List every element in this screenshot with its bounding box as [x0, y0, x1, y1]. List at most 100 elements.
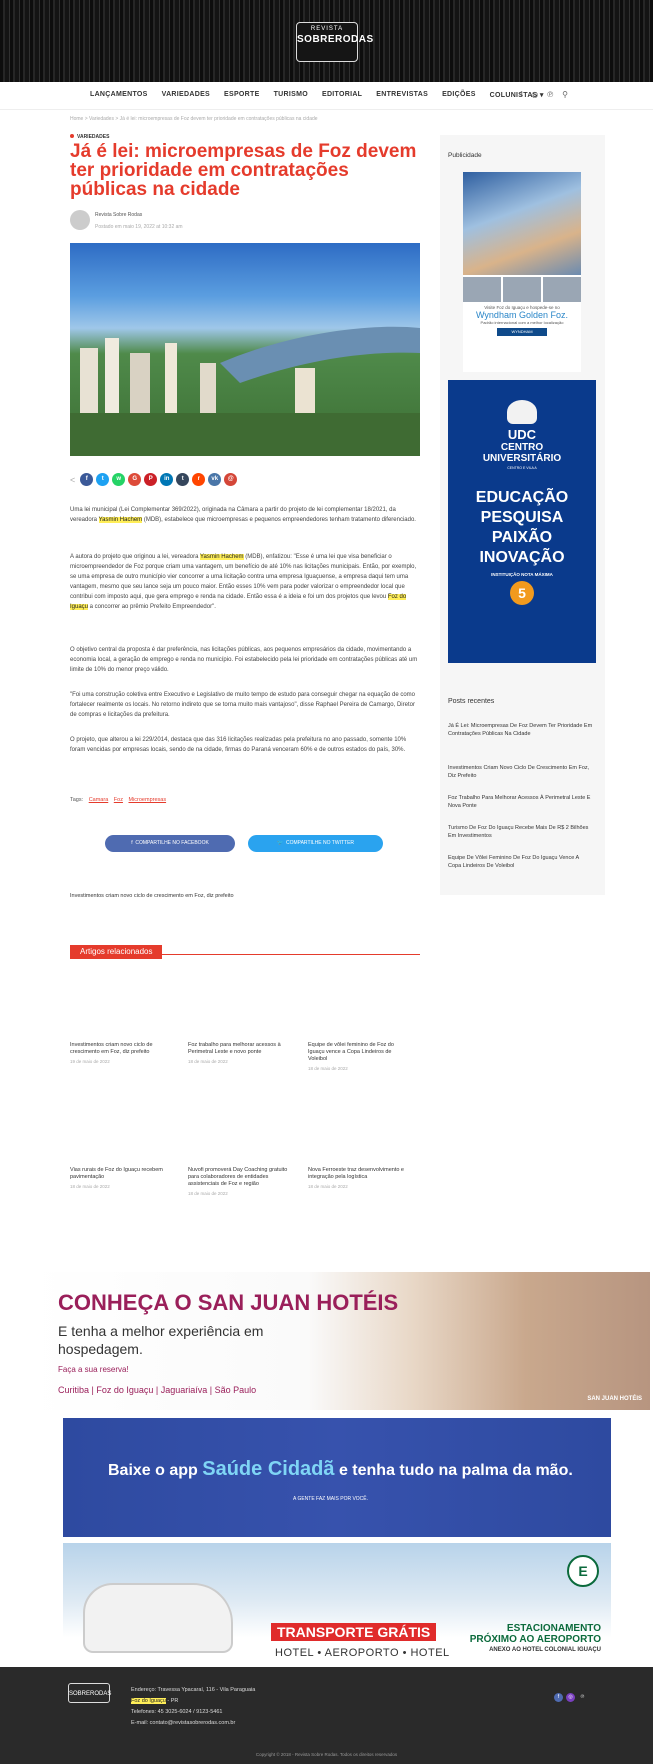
facebook-icon[interactable]: f: [520, 90, 522, 99]
ad-photo: [463, 172, 581, 275]
share-email-icon[interactable]: @: [224, 473, 238, 486]
nav-entrevistas[interactable]: ENTREVISTAS: [376, 91, 428, 99]
udc-word: PESQUISA: [480, 509, 564, 526]
related-date: 18 de maio de 2022: [308, 1066, 348, 1071]
footer-email[interactable]: E-mail: contato@revistasobrerodas.com.br: [131, 1718, 255, 1729]
logo-big: SOBRERODAS: [297, 34, 374, 45]
related-date: 18 de maio de 2022: [188, 1191, 228, 1196]
share-google-icon[interactable]: G: [128, 473, 142, 486]
recent-post-link[interactable]: Equipe De Vôlei Feminino De Foz Do Iguaç…: [448, 854, 593, 870]
san-juan-logo: SAN JUAN HOTÉIS: [587, 1396, 642, 1402]
recent-post-link[interactable]: Já É Lei: Microempresas De Foz Devem Ter…: [448, 722, 593, 738]
recent-post-link[interactable]: Investimentos Criam Novo Ciclo De Cresci…: [448, 764, 593, 780]
share-twitter-button[interactable]: 🐦 COMPARTILHE NO TWITTER: [248, 835, 383, 852]
related-item[interactable]: Nova Ferroeste traz desenvolvimento e in…: [308, 1167, 408, 1190]
share-tumblr-icon[interactable]: t: [176, 473, 190, 486]
site-logo[interactable]: REVISTA SOBRERODAS: [296, 22, 374, 62]
nav-edicoes[interactable]: EDIÇÕES: [442, 91, 476, 99]
nav-social-icons: f ◎ ℗ ⚲: [520, 90, 568, 99]
nav-turismo[interactable]: TURISMO: [274, 91, 308, 99]
banner-heading: CONHEÇA O SAN JUAN HOTÉIS: [58, 1290, 399, 1315]
udc-inst: INSTITUIÇÃO NOTA MÁXIMA: [491, 572, 553, 577]
nav-lancamentos[interactable]: LANÇAMENTOS: [90, 91, 148, 99]
related-date: 18 de maio de 2022: [70, 1184, 110, 1189]
related-title[interactable]: Equipe de vôlei feminino de Foz do Iguaç…: [308, 1042, 408, 1063]
footer-logo[interactable]: SOBRERODAS: [68, 1683, 111, 1703]
udc-line: UNIVERSITÁRIO: [482, 453, 562, 464]
breadcrumb[interactable]: Home > Variedades > Já é lei: microempre…: [70, 116, 420, 122]
related-item[interactable]: Vias rurais de Foz do Iguaçu recebem pav…: [70, 1167, 170, 1190]
related-date: 18 de maio de 2022: [188, 1059, 228, 1064]
nav-editorial[interactable]: EDITORIAL: [322, 91, 362, 99]
banner-cities: Curitiba | Foz do Iguaçu | Jaguariaíva |…: [58, 1385, 257, 1395]
recent-posts-title: Posts recentes: [448, 698, 495, 705]
highlight[interactable]: Yasmin Hachem: [199, 554, 244, 560]
related-title[interactable]: Vias rurais de Foz do Iguaçu recebem pav…: [70, 1167, 170, 1181]
share-facebook-button[interactable]: f COMPARTILHE NO FACEBOOK: [105, 835, 235, 852]
tag-link[interactable]: Camara: [89, 797, 109, 803]
related-title[interactable]: Nuvofi promoverá Day Coaching gratuito p…: [188, 1167, 288, 1188]
udc-word: EDUCAÇÃO: [475, 489, 569, 506]
footer-address: Endereço: Travessa Ypacaraí, 116 - Vila …: [131, 1687, 256, 1693]
related-item[interactable]: Equipe de vôlei feminino de Foz do Iguaç…: [308, 1042, 408, 1072]
share-reddit-icon[interactable]: r: [192, 473, 206, 486]
banner-subtitle: E tenha a melhor experiência em hospedag…: [58, 1323, 264, 1357]
article-title: Já é lei: microempresas de Foz devem ter…: [70, 141, 417, 200]
share-twitter-icon[interactable]: t: [96, 473, 110, 486]
article-paragraph: O projeto, que alterou a lei 229/2014, d…: [70, 737, 407, 753]
author-avatar: [70, 210, 90, 230]
highlight[interactable]: Yasmin Hachem: [98, 517, 143, 523]
share-vk-icon[interactable]: vk: [208, 473, 222, 486]
share-facebook-icon[interactable]: f: [80, 473, 94, 486]
udc-word: INOVAÇÃO: [479, 549, 565, 566]
related-title[interactable]: Investimentos criam novo ciclo de cresci…: [70, 1042, 170, 1056]
tag-link[interactable]: Microempresas: [128, 797, 166, 803]
category-label[interactable]: VARIEDADES: [70, 134, 109, 140]
related-item[interactable]: Investimentos criam novo ciclo de cresci…: [70, 1042, 170, 1065]
transport-label: TRANSPORTE GRÁTIS: [271, 1623, 437, 1641]
footer-city[interactable]: Foz do Iguaçu: [131, 1698, 166, 1704]
car-image: [83, 1583, 233, 1653]
colonial-logo: E: [567, 1555, 599, 1587]
search-icon[interactable]: ⚲: [562, 90, 568, 99]
banner-cta: Faça a sua reserva!: [58, 1365, 129, 1374]
related-heading: Artigos relacionados: [70, 941, 420, 959]
banner-slogan: A GENTE FAZ MAIS POR VOCÊ.: [293, 1496, 369, 1502]
share-pinterest-icon[interactable]: P: [144, 473, 158, 486]
instagram-icon[interactable]: ◎: [566, 1693, 575, 1702]
ad-text: Padrão internacional com a melhor locali…: [480, 320, 564, 325]
author-name[interactable]: Revista Sobre Rodas: [95, 212, 142, 218]
saude-cidada-banner[interactable]: Baixe o app Saúde Cidadã e tenha tudo na…: [63, 1418, 611, 1537]
share-linkedin-icon[interactable]: in: [160, 473, 174, 486]
instagram-icon[interactable]: ◎: [531, 90, 538, 99]
related-title[interactable]: Nova Ferroeste traz desenvolvimento e in…: [308, 1167, 408, 1181]
next-post-link[interactable]: Investimentos criam novo ciclo de cresci…: [70, 892, 250, 900]
tags-label: Tags:: [70, 797, 84, 803]
udc-ad[interactable]: UDC CENTRO UNIVERSITÁRIO CENTRO E VILA A…: [448, 380, 596, 663]
ad-photo-grid: [463, 277, 581, 302]
san-juan-banner[interactable]: CONHEÇA O SAN JUAN HOTÉIS E tenha a melh…: [28, 1272, 650, 1410]
wyndham-ad[interactable]: Visite Foz do Iguaçu e hospede-se no Wyn…: [463, 172, 581, 372]
tag-link[interactable]: Foz: [114, 797, 123, 803]
recent-post-link[interactable]: Foz Trabalho Para Melhorar Acessos À Per…: [448, 794, 593, 810]
recent-post-link[interactable]: Turismo De Foz Do Iguaçu Recebe Mais De …: [448, 824, 593, 840]
facebook-icon[interactable]: f: [554, 1693, 563, 1702]
pinterest-icon[interactable]: ℗: [547, 90, 553, 99]
wyndham-logo: WYNDHAM: [497, 328, 547, 336]
colonial-banner[interactable]: E TRANSPORTE GRÁTIS HOTEL • AEROPORTO • …: [63, 1543, 611, 1669]
footer: [0, 1667, 653, 1764]
related-item[interactable]: Foz trabalho para melhorar acessos à Per…: [188, 1042, 288, 1065]
footer-contact: Endereço: Travessa Ypacaraí, 116 - Vila …: [131, 1685, 255, 1729]
related-item[interactable]: Nuvofi promoverá Day Coaching gratuito p…: [188, 1167, 288, 1197]
footer-city-line: Foz do Iguaçu - PR: [131, 1698, 179, 1704]
nav-esporte[interactable]: ESPORTE: [224, 91, 260, 99]
related-date: 18 de maio de 2022: [308, 1184, 348, 1189]
share-whatsapp-icon[interactable]: w: [112, 473, 126, 486]
ad-hotel-name: Wyndham Golden Foz.: [476, 310, 568, 320]
udc-logo-icon: [507, 400, 537, 424]
related-title[interactable]: Foz trabalho para melhorar acessos à Per…: [188, 1042, 288, 1056]
udc-line: CENTRO: [500, 442, 544, 453]
pinterest-icon[interactable]: ℗: [578, 1693, 587, 1702]
related-date: 19 de maio de 2022: [70, 1059, 110, 1064]
nav-variedades[interactable]: VARIEDADES: [162, 91, 210, 99]
